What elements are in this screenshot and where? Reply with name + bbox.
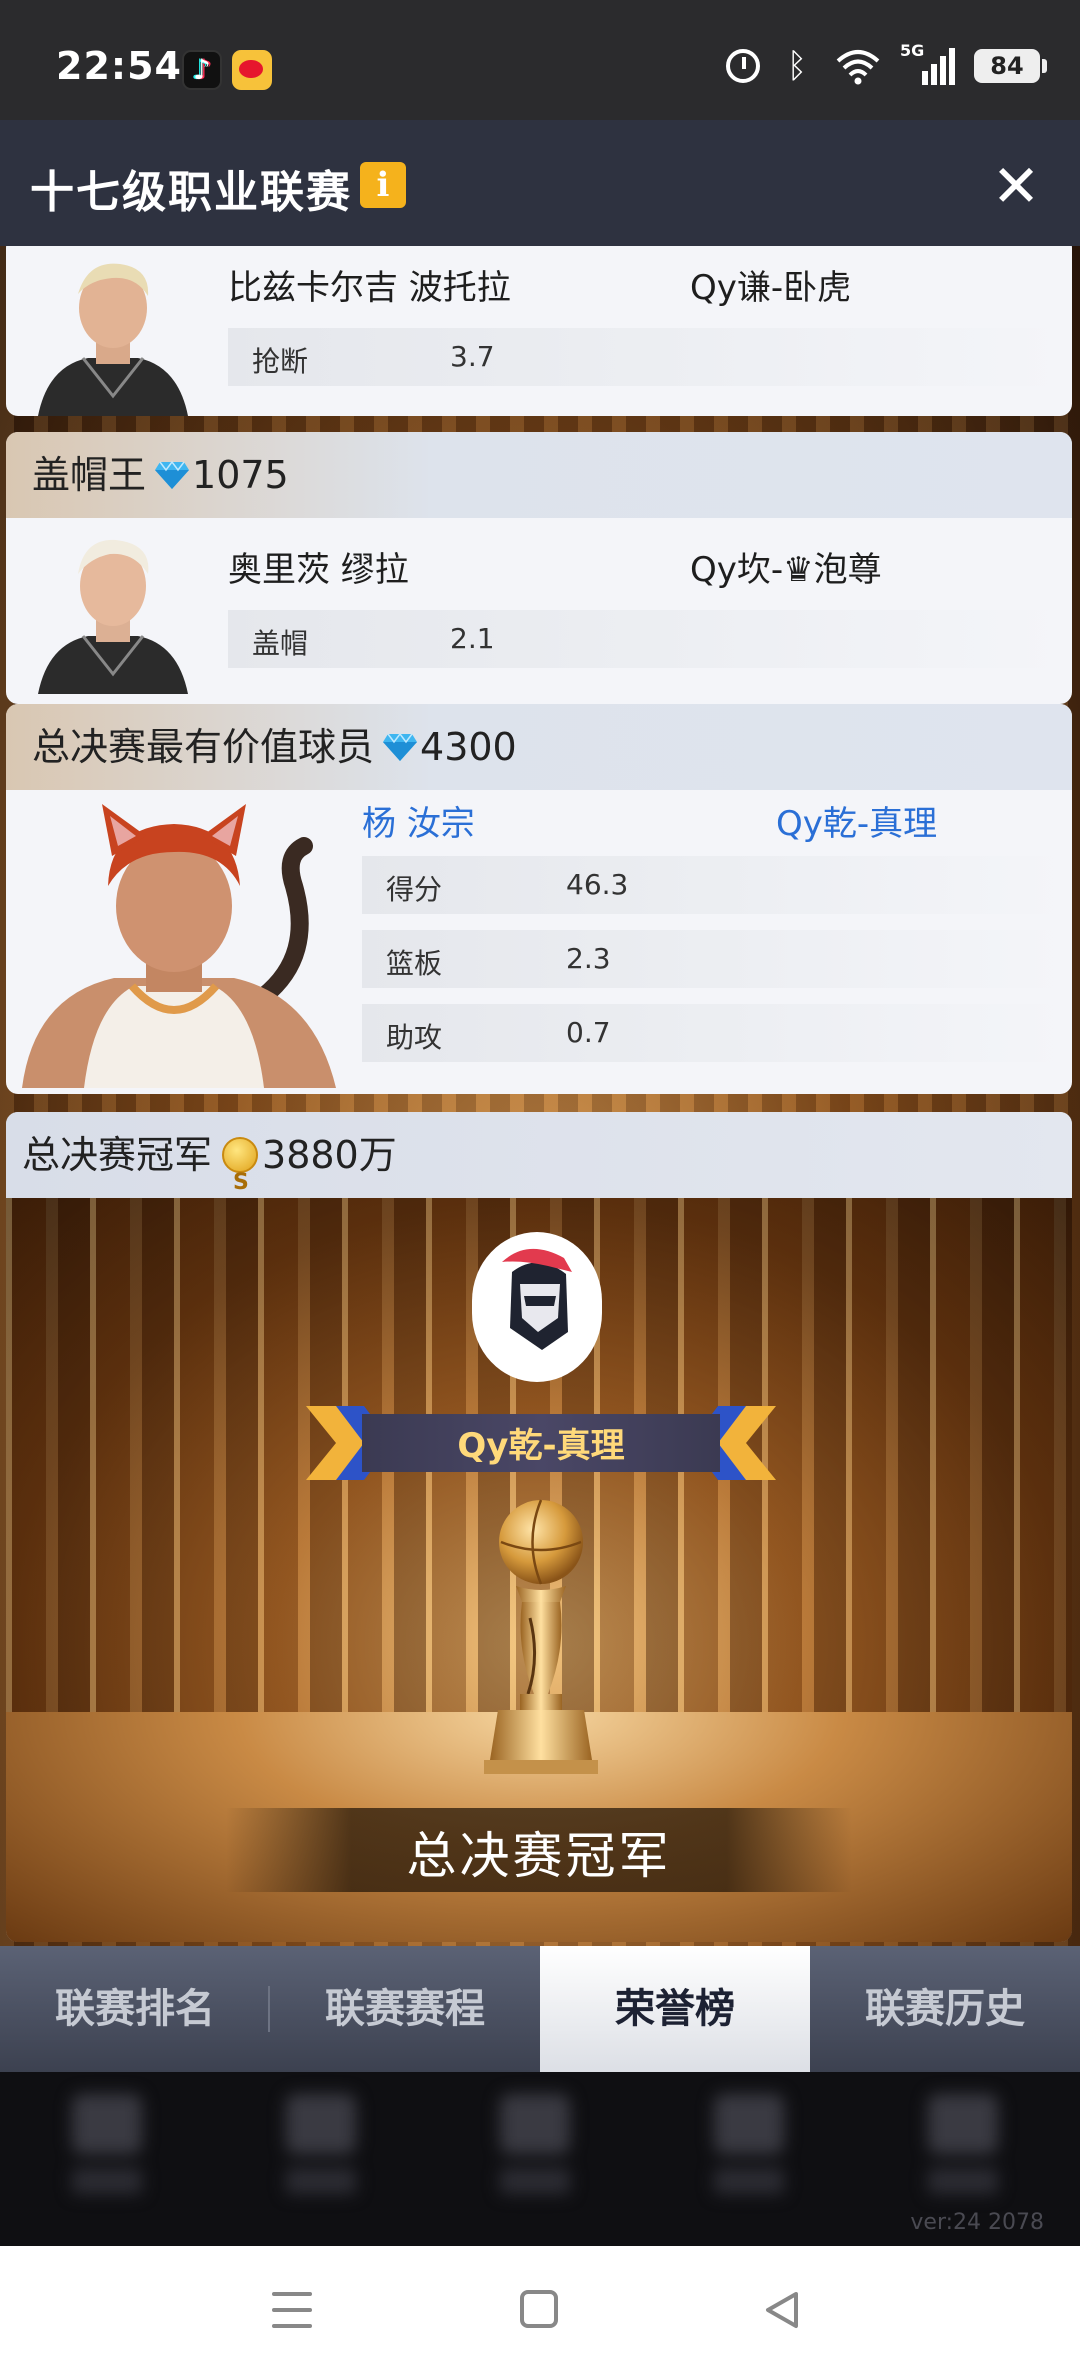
honor-tabs: 联赛排名 联赛赛程 荣誉榜 联赛历史 bbox=[0, 1946, 1080, 2072]
tab-league-ranking[interactable]: 联赛排名 bbox=[0, 1946, 270, 2072]
champion-card: 总决赛冠军 3880万 bbox=[6, 1112, 1072, 1942]
coin-icon bbox=[222, 1137, 259, 1226]
award-reward: 1075 bbox=[192, 453, 289, 497]
player-portrait bbox=[28, 246, 198, 416]
diamond-icon bbox=[382, 732, 418, 762]
award-header: 总决赛冠军 3880万 bbox=[6, 1112, 1072, 1226]
blurred-nav-item bbox=[72, 2094, 142, 2204]
champion-caption: 总决赛冠军 bbox=[406, 1827, 672, 1885]
player-row: 奥里茨 缪拉 Qy坎-♛泡尊 盖帽 2.1 bbox=[6, 518, 1072, 698]
blurred-nav-item bbox=[928, 2094, 998, 2204]
award-reward: 3880万 bbox=[262, 1133, 397, 1177]
stat-label: 篮板 bbox=[386, 947, 443, 980]
tab-honor-board[interactable]: 荣誉榜 bbox=[540, 1946, 810, 2072]
blurred-nav-item bbox=[500, 2094, 570, 2204]
stat-row: 篮板 2.3 bbox=[362, 930, 1066, 988]
game-header: 十七级职业联赛 i ✕ bbox=[0, 120, 1080, 246]
stat-row: 得分 46.3 bbox=[362, 856, 1066, 914]
menu-icon[interactable] bbox=[272, 2292, 312, 2328]
mvp-card: 总决赛最有价值球员 4300 杨 汝宗 Qy乾-真理 得分 46.3 篮板 2.… bbox=[6, 704, 1072, 1094]
tab-label: 联赛历史 bbox=[865, 1986, 1025, 2032]
status-time: 22:54 bbox=[56, 44, 182, 88]
tab-league-history[interactable]: 联赛历史 bbox=[810, 1946, 1080, 2072]
stat-label: 得分 bbox=[386, 873, 443, 906]
stat-value: 3.7 bbox=[450, 340, 495, 373]
team-ribbon: Qy乾-真理 bbox=[306, 1406, 776, 1480]
tiktok-icon bbox=[182, 50, 222, 90]
network-label: 5G bbox=[900, 41, 925, 60]
tab-label: 荣誉榜 bbox=[615, 1986, 735, 2032]
wifi-icon bbox=[834, 47, 882, 85]
diamond-icon bbox=[154, 460, 190, 490]
stat-value: 2.1 bbox=[450, 622, 495, 655]
system-nav-bar bbox=[0, 2246, 1080, 2377]
blocks-card: 盖帽王 1075 奥里茨 缪拉 Qy坎-♛泡尊 盖帽 2.1 bbox=[6, 432, 1072, 704]
award-title: 盖帽王 bbox=[32, 453, 147, 497]
player-portrait bbox=[28, 524, 198, 694]
stat-label: 助攻 bbox=[386, 1021, 443, 1054]
award-title: 总决赛冠军 bbox=[22, 1133, 213, 1177]
award-title: 总决赛最有价值球员 bbox=[32, 725, 375, 769]
stat-row: 助攻 0.7 bbox=[362, 1004, 1066, 1062]
player-name: 奥里茨 缪拉 bbox=[228, 550, 409, 590]
champion-team-name: Qy乾-真理 bbox=[457, 1426, 625, 1466]
player-row: 比兹卡尔吉 波托拉 Qy谦-卧虎 抢断 3.7 bbox=[6, 246, 1072, 416]
award-header: 盖帽王 1075 bbox=[6, 432, 1072, 518]
stat-value: 46.3 bbox=[566, 868, 629, 901]
home-icon[interactable] bbox=[520, 2290, 558, 2328]
mvp-portrait bbox=[14, 796, 344, 1088]
player-team: Qy坎-♛泡尊 bbox=[690, 550, 882, 590]
stat-row: 盖帽 2.1 bbox=[228, 610, 1064, 668]
close-button[interactable]: ✕ bbox=[988, 157, 1044, 215]
status-icons: ᛒ 5G 84 bbox=[726, 41, 1047, 88]
stat-row: 抢断 3.7 bbox=[228, 328, 1064, 386]
blurred-nav-item bbox=[286, 2094, 356, 2204]
bluetooth-icon: ᛒ bbox=[786, 46, 808, 86]
stat-label: 抢断 bbox=[252, 345, 309, 378]
background-nav: ver:24 2078 bbox=[0, 2072, 1080, 2246]
award-reward: 4300 bbox=[420, 725, 517, 769]
stat-value: 0.7 bbox=[566, 1016, 611, 1049]
battery-indicator: 84 bbox=[974, 49, 1047, 83]
honor-list[interactable]: 比兹卡尔吉 波托拉 Qy谦-卧虎 抢断 3.7 盖帽王 1075 奥里茨 缪拉 … bbox=[0, 246, 1080, 1946]
mvp-player-name[interactable]: 杨 汝宗 bbox=[362, 796, 475, 845]
player-name: 比兹卡尔吉 波托拉 bbox=[228, 268, 511, 308]
steals-card: 比兹卡尔吉 波托拉 Qy谦-卧虎 抢断 3.7 bbox=[6, 246, 1072, 416]
team-logo bbox=[472, 1232, 602, 1382]
version-label: ver:24 2078 bbox=[910, 2210, 1044, 2235]
tab-label: 联赛排名 bbox=[55, 1986, 215, 2032]
tab-label: 联赛赛程 bbox=[325, 1986, 485, 2032]
back-icon[interactable] bbox=[762, 2290, 802, 2330]
mvp-body: 杨 汝宗 Qy乾-真理 得分 46.3 篮板 2.3 助攻 0.7 bbox=[6, 790, 1072, 1094]
alarm-icon bbox=[726, 49, 760, 83]
status-bar: 22:54 ᛒ 5G 84 bbox=[0, 0, 1080, 120]
champion-stage: Qy乾-真理 总决赛冠军 bbox=[6, 1198, 1072, 1942]
page-title: 十七级职业联赛 bbox=[30, 167, 352, 218]
player-team: Qy谦-卧虎 bbox=[690, 268, 852, 308]
tab-league-schedule[interactable]: 联赛赛程 bbox=[270, 1946, 540, 2072]
trophy-icon bbox=[476, 1498, 606, 1778]
stat-value: 2.3 bbox=[566, 942, 611, 975]
mvp-team[interactable]: Qy乾-真理 bbox=[776, 796, 937, 845]
blurred-nav-item bbox=[714, 2094, 784, 2204]
stat-label: 盖帽 bbox=[252, 627, 309, 660]
award-header: 总决赛最有价值球员 4300 bbox=[6, 704, 1072, 790]
signal-icon: 5G bbox=[900, 41, 956, 85]
weibo-icon bbox=[232, 50, 272, 90]
info-button[interactable]: i bbox=[360, 162, 406, 208]
